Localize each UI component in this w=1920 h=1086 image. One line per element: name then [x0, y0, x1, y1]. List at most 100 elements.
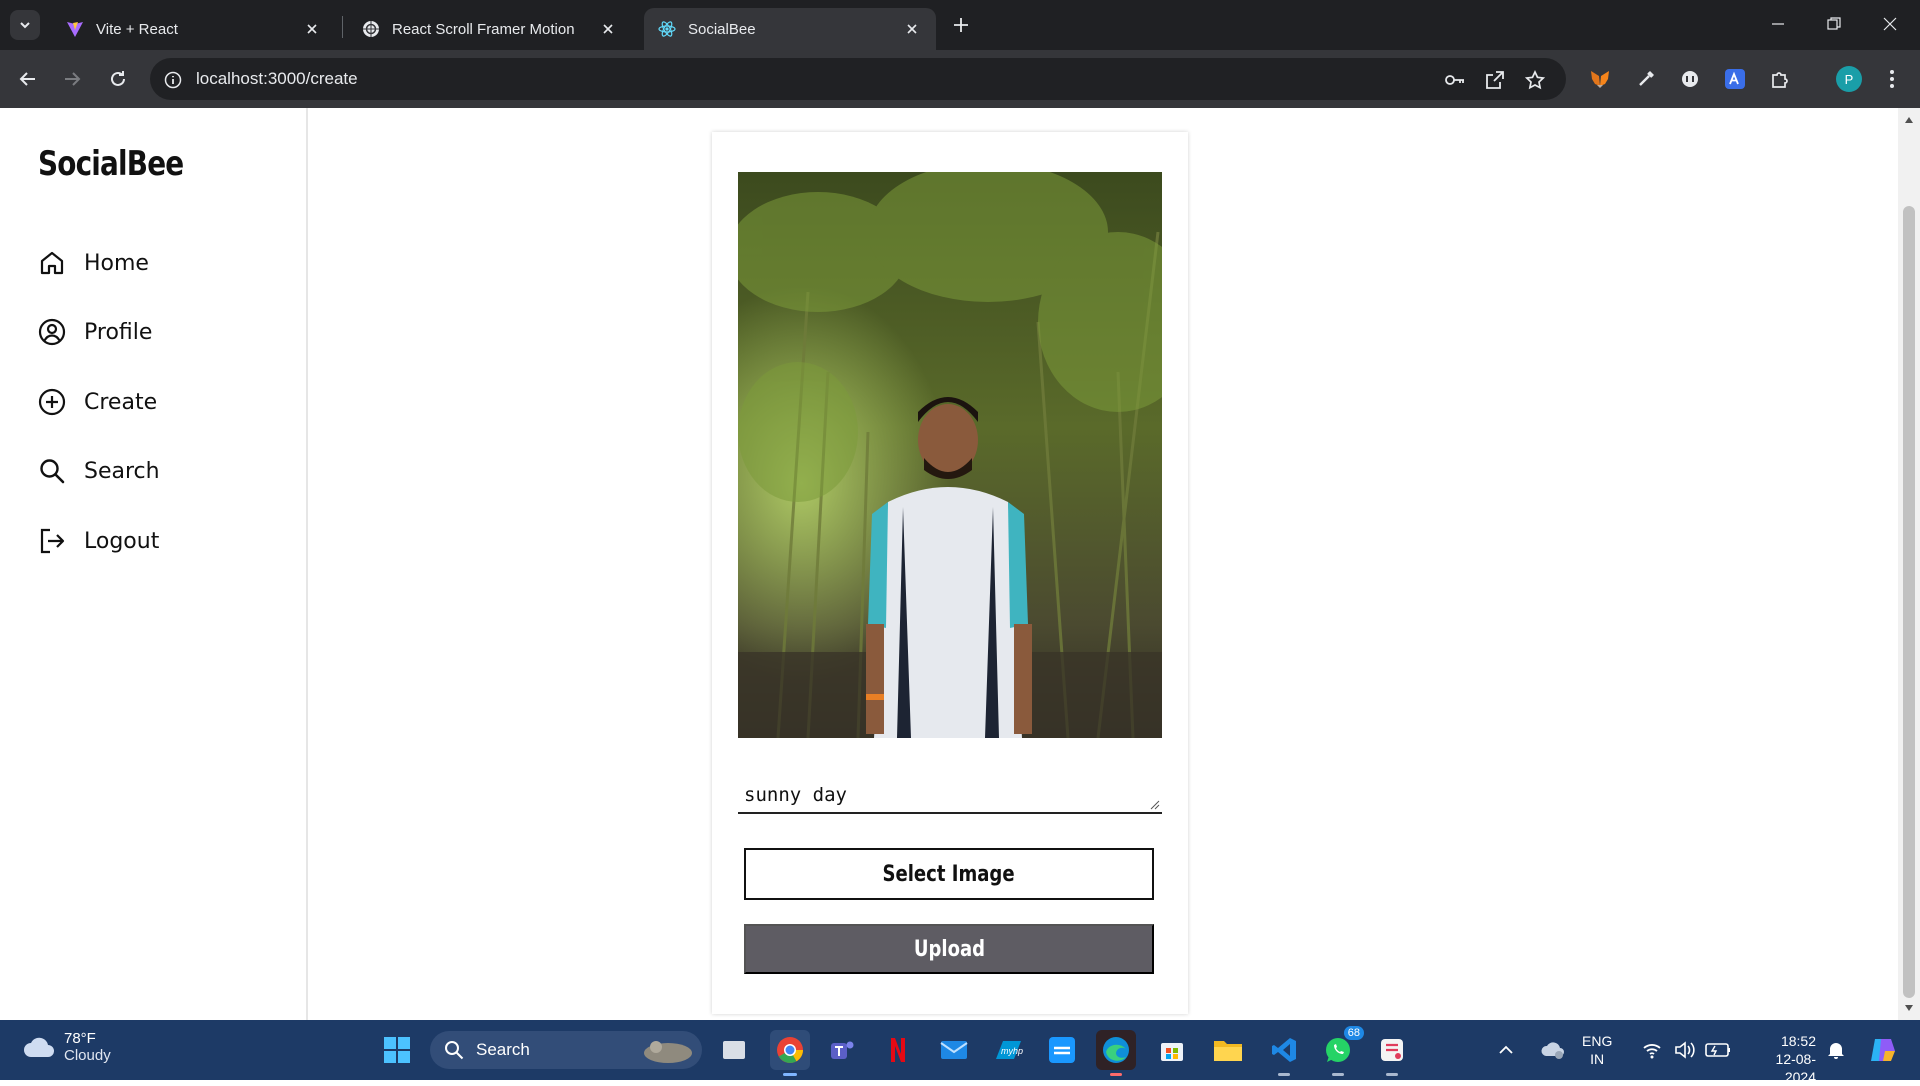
bell-icon	[1828, 1043, 1844, 1059]
kebab-menu-icon[interactable]	[1880, 67, 1904, 91]
taskbar-file-explorer[interactable]	[1208, 1030, 1248, 1070]
reload-button[interactable]	[104, 65, 132, 93]
notifications-button[interactable]	[1822, 1030, 1850, 1070]
taskbar-vscode[interactable]	[1264, 1030, 1304, 1076]
search-icon	[445, 1041, 464, 1060]
sidebar-item-label: Profile	[84, 319, 153, 345]
show-hidden-icons-button[interactable]	[1492, 1030, 1520, 1070]
plus-icon	[954, 18, 968, 32]
clock-time: 18:52	[1780, 1033, 1816, 1049]
tab-title: SocialBee	[688, 20, 756, 38]
open-app-indicator	[1386, 1073, 1398, 1076]
color-picker-icon[interactable]	[1634, 67, 1658, 91]
profile-avatar[interactable]: P	[1836, 66, 1862, 92]
close-icon	[1883, 17, 1897, 31]
close-icon[interactable]	[902, 19, 922, 39]
close-icon[interactable]	[302, 19, 322, 39]
start-button[interactable]	[377, 1030, 417, 1070]
url-text: localhost:3000/create	[196, 69, 358, 88]
myhp-icon: myhp	[996, 1041, 1023, 1059]
password-key-icon[interactable]	[1444, 69, 1466, 91]
react-logo-icon	[658, 20, 676, 38]
svg-text:myhp: myhp	[1001, 1046, 1023, 1056]
logout-icon	[40, 528, 65, 554]
new-tab-button[interactable]	[948, 12, 974, 38]
caption-input[interactable]: sunny day	[738, 774, 1162, 814]
tab-socialbee[interactable]: SocialBee	[644, 8, 936, 50]
vite-logo-icon	[66, 20, 84, 38]
upload-button[interactable]: Upload	[744, 924, 1154, 974]
tab-react-scroll[interactable]: React Scroll Framer Motion	[348, 8, 632, 50]
sidebar-item-home[interactable]: Home	[38, 246, 149, 280]
user-circle-icon	[38, 318, 66, 346]
bookmark-star-icon[interactable]	[1524, 69, 1546, 91]
cloud-icon	[24, 1037, 54, 1057]
sidebar-item-logout[interactable]: Logout	[38, 524, 159, 558]
mail-icon	[940, 1041, 968, 1059]
taskbar-store[interactable]	[1152, 1030, 1192, 1070]
translate-extension-icon[interactable]	[1723, 67, 1747, 91]
sidebar-item-search[interactable]: Search	[38, 454, 160, 488]
teams-icon	[831, 1041, 854, 1059]
back-button[interactable]	[14, 65, 42, 93]
sidebar-item-label: Home	[84, 250, 149, 276]
close-window-button[interactable]	[1862, 0, 1918, 48]
address-bar[interactable]: localhost:3000/create	[150, 58, 1566, 100]
upload-label: Upload	[913, 936, 985, 962]
restore-button[interactable]	[1806, 0, 1862, 48]
taskbar-whatsapp[interactable]: 68	[1318, 1026, 1364, 1076]
forward-button[interactable]	[58, 65, 86, 93]
taskbar-edge[interactable]	[1096, 1030, 1136, 1076]
restore-icon	[1827, 17, 1841, 30]
taskbar-mail[interactable]	[934, 1030, 974, 1070]
sidebar-item-label: Logout	[84, 528, 160, 554]
site-info-icon[interactable]	[162, 69, 184, 91]
tab-search-button[interactable]	[10, 10, 40, 40]
taskbar-netflix[interactable]	[878, 1030, 918, 1070]
task-view-button[interactable]	[714, 1030, 754, 1070]
taskbar-chrome[interactable]	[770, 1030, 810, 1076]
metamask-fox-icon[interactable]	[1588, 67, 1612, 91]
tab-vite-react[interactable]: Vite + React	[52, 8, 336, 50]
app-logo[interactable]: SocialBee	[38, 144, 184, 184]
input-language[interactable]: ENG IN	[1582, 1032, 1612, 1068]
weather-widget[interactable]: 78°F Cloudy	[22, 1030, 111, 1064]
active-app-indicator	[783, 1073, 797, 1076]
extension-circle-icon[interactable]	[1678, 67, 1702, 91]
onedrive-status[interactable]	[1536, 1030, 1570, 1070]
scroll-thumb[interactable]	[1903, 206, 1915, 998]
search-highlight-icon	[644, 1041, 692, 1063]
prime-video-icon	[1049, 1037, 1075, 1063]
sidebar-item-profile[interactable]: Profile	[38, 315, 152, 349]
extensions-puzzle-icon[interactable]	[1768, 67, 1792, 91]
scroll-up-icon[interactable]	[1904, 116, 1914, 124]
page-scrollbar[interactable]	[1898, 108, 1920, 1020]
search-icon	[40, 459, 65, 484]
copilot-button[interactable]	[1862, 1030, 1902, 1070]
select-image-button[interactable]: Select Image	[744, 848, 1154, 900]
caption-text: sunny day	[744, 784, 847, 806]
minimize-icon	[1772, 23, 1784, 25]
taskbar-teams[interactable]	[822, 1030, 862, 1070]
tab-title: React Scroll Framer Motion	[392, 20, 575, 38]
open-app-indicator	[1332, 1073, 1344, 1076]
vscode-icon	[1272, 1038, 1296, 1062]
close-icon[interactable]	[598, 19, 618, 39]
open-in-app-icon[interactable]	[1484, 69, 1506, 91]
taskbar-snipping-tool[interactable]	[1372, 1030, 1412, 1076]
taskbar-prime-video[interactable]	[1042, 1030, 1082, 1070]
quick-settings[interactable]	[1636, 1030, 1740, 1070]
photo-person-in-bamboo	[738, 172, 1162, 738]
sidebar-item-create[interactable]: Create	[38, 385, 157, 419]
openai-logo-icon	[362, 20, 380, 38]
clock[interactable]: 18:52 12-08-2024	[1752, 1032, 1816, 1086]
page-viewport: SocialBee Home Profile Create Search Log…	[0, 108, 1920, 1020]
scroll-down-icon[interactable]	[1904, 1004, 1914, 1012]
edge-icon	[1103, 1037, 1129, 1063]
active-app-indicator	[1110, 1073, 1122, 1076]
resize-handle-icon[interactable]	[1150, 800, 1160, 810]
minimize-button[interactable]	[1750, 0, 1806, 48]
windows-taskbar: 78°F Cloudy Search myhp 68 ENG IN 18:52 …	[0, 1020, 1920, 1085]
taskbar-search[interactable]: Search	[430, 1031, 702, 1069]
taskbar-myhp[interactable]: myhp	[988, 1030, 1028, 1070]
